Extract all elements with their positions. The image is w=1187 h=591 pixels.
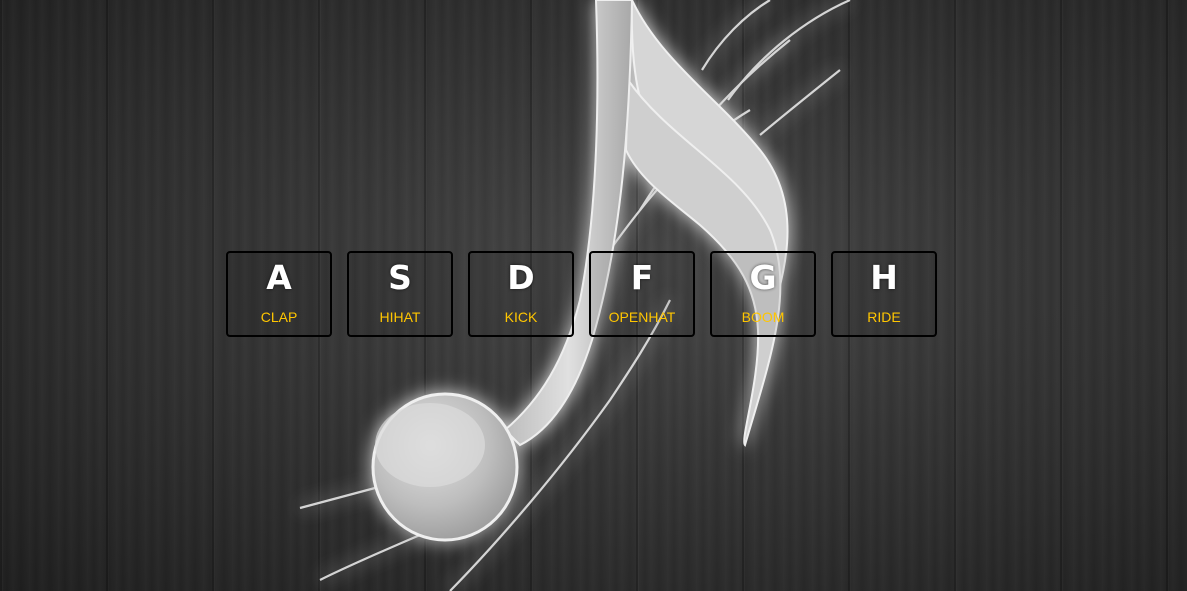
sound-label: OPENHAT	[608, 309, 676, 325]
drum-key-s[interactable]: S HIHAT	[347, 251, 453, 337]
key-letter: F	[630, 258, 654, 297]
drum-keys: A CLAP S HIHAT D KICK F OPENHAT G BOOM H…	[226, 251, 937, 337]
key-letter: S	[388, 258, 412, 297]
sound-label: CLAP	[260, 309, 298, 325]
sound-label: KICK	[504, 309, 538, 325]
key-letter: H	[870, 258, 898, 297]
key-letter: A	[266, 258, 292, 297]
drum-key-g[interactable]: G BOOM	[710, 251, 816, 337]
sound-label: HIHAT	[379, 309, 421, 325]
key-letter: G	[749, 258, 777, 297]
sound-label: RIDE	[867, 309, 901, 325]
drum-key-d[interactable]: D KICK	[468, 251, 574, 337]
drum-key-a[interactable]: A CLAP	[226, 251, 332, 337]
drum-key-f[interactable]: F OPENHAT	[589, 251, 695, 337]
drum-key-h[interactable]: H RIDE	[831, 251, 937, 337]
key-letter: D	[507, 258, 535, 297]
sound-label: BOOM	[741, 309, 785, 325]
